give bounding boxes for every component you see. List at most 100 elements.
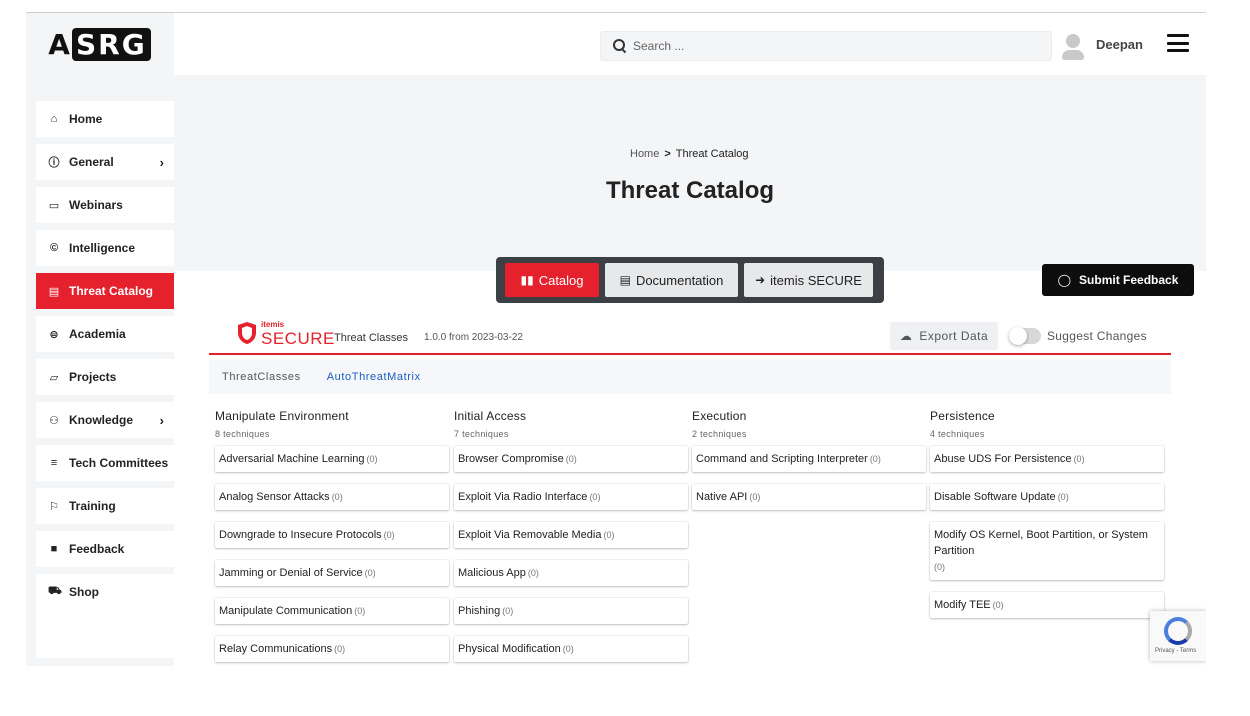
technique-card[interactable]: Physical Modification (0): [454, 636, 688, 662]
technique-name: Phishing: [458, 605, 501, 617]
technique-card[interactable]: Adversarial Machine Learning (0): [215, 446, 449, 472]
suggest-changes-label: Suggest Changes: [1047, 329, 1147, 343]
secure-logo: SECURE: [261, 329, 335, 348]
sidebar-item-label: Webinars: [69, 198, 123, 212]
technique-card[interactable]: Modify OS Kernel, Boot Partition, or Sys…: [930, 522, 1164, 580]
tactic-title: Manipulate Environment: [215, 409, 349, 423]
tab-itemis-secure[interactable]: ➜ itemis SECURE: [744, 263, 873, 297]
submit-feedback-label: Submit Feedback: [1079, 273, 1179, 287]
sidebar-item-knowledge[interactable]: ⚇ Knowledge ›: [36, 402, 174, 438]
technique-name: Analog Sensor Attacks: [219, 491, 330, 503]
breadcrumb-separator: >: [664, 148, 671, 160]
tactic-column: Persistence 4 techniques Abuse UDS For Per…: [930, 409, 1164, 618]
technique-card[interactable]: Disable Software Update (0): [930, 484, 1164, 510]
logo-area[interactable]: A SRG: [26, 13, 174, 75]
suggest-changes-toggle[interactable]: [1009, 327, 1041, 345]
technique-name: Jamming or Denial of Service: [219, 567, 363, 579]
sidebar-item-home[interactable]: ⌂ Home: [36, 101, 174, 137]
technique-count-badge: (0): [366, 454, 378, 464]
sidebar-item-feedback[interactable]: ■ Feedback: [36, 531, 174, 567]
technique-name: Disable Software Update: [934, 491, 1056, 503]
subtab-autothreatmatrix[interactable]: AutoThreatMatrix: [327, 371, 421, 383]
technique-card[interactable]: Relay Communications (0): [215, 636, 449, 662]
technique-name: Relay Communications: [219, 643, 333, 655]
sidebar-item-academia[interactable]: ⊜ Academia: [36, 316, 174, 352]
technique-card[interactable]: Jamming or Denial of Service (0): [215, 560, 449, 586]
tactic-title: Persistence: [930, 409, 995, 423]
technique-card[interactable]: Command and Scripting Interpreter (0): [692, 446, 926, 472]
secure-header: itemis SECURE Threat Classes 1.0.0 from …: [209, 319, 1171, 355]
technique-count-badge: (0): [992, 600, 1004, 610]
technique-count-badge: (0): [527, 568, 539, 578]
technique-card[interactable]: Browser Compromise (0): [454, 446, 688, 472]
hamburger-menu-icon[interactable]: [1167, 34, 1189, 52]
technique-name: Downgrade to Insecure Protocols: [219, 529, 382, 541]
sidebar-item-threat-catalog[interactable]: ▤ Threat Catalog: [36, 273, 174, 309]
cloud-download-icon: ☁: [899, 329, 913, 343]
technique-count-badge: (0): [383, 530, 395, 540]
top-header: Deepan: [174, 13, 1206, 75]
technique-count-badge: (0): [603, 530, 615, 540]
sidebar-item-label: Projects: [69, 370, 117, 384]
sidebar-item-training[interactable]: ⚐ Training: [36, 488, 174, 524]
search-bar[interactable]: [600, 31, 1052, 61]
technique-card[interactable]: Phishing (0): [454, 598, 688, 624]
technique-name: Command and Scripting Interpreter: [696, 453, 868, 465]
technique-name: Native API: [696, 491, 748, 503]
tab-documentation[interactable]: ▤ Documentation: [605, 263, 738, 297]
technique-count-badge: (0): [331, 492, 343, 502]
username[interactable]: Deepan: [1096, 37, 1143, 52]
search-input[interactable]: [633, 39, 1033, 53]
sidebar-item-label: Feedback: [69, 542, 125, 556]
technique-count-badge: (0): [589, 492, 601, 502]
recaptcha-badge[interactable]: Privacy - Terms: [1150, 611, 1206, 661]
sidebar-item-label: Home: [69, 112, 103, 126]
training-icon: ⚐: [49, 500, 59, 513]
subtab-threatclasses[interactable]: ThreatClasses: [222, 371, 301, 383]
technique-card[interactable]: Native API (0): [692, 484, 926, 510]
arrow-circle-icon: ➜: [755, 273, 766, 287]
info-icon: ⓘ: [48, 157, 60, 169]
asrg-logo[interactable]: A SRG: [48, 27, 151, 61]
technique-count: 8 techniques: [215, 429, 270, 439]
people-icon: ⚇: [49, 414, 59, 427]
export-data-button[interactable]: ☁ Export Data: [890, 322, 998, 350]
search-icon: [613, 39, 627, 53]
technique-card[interactable]: Manipulate Communication (0): [215, 598, 449, 624]
secure-logo-itemis: itemis: [261, 320, 285, 329]
sidebar-item-general[interactable]: ⓘ General ›: [36, 144, 174, 180]
sidebar-item-label: Academia: [69, 327, 126, 341]
sidebar-footer: [36, 610, 174, 658]
tab-catalog-label: Catalog: [538, 272, 584, 288]
breadcrumb-home[interactable]: Home: [630, 148, 659, 160]
technique-card[interactable]: Malicious App (0): [454, 560, 688, 586]
logo-box-letters: SRG: [71, 27, 151, 61]
technique-count-badge: (0): [869, 454, 881, 464]
submit-feedback-button[interactable]: ◯ Submit Feedback: [1042, 264, 1194, 296]
technique-card[interactable]: Exploit Via Radio Interface (0): [454, 484, 688, 510]
avatar-icon[interactable]: [1060, 32, 1086, 60]
home-icon: ⌂: [50, 113, 58, 125]
sidebar-item-tech-committees[interactable]: ≡ Tech Committees: [36, 445, 174, 481]
sidebar-item-label: General: [69, 155, 114, 169]
sidebar-item-label: Tech Committees: [69, 456, 169, 470]
tab-documentation-label: Documentation: [635, 272, 724, 288]
tab-catalog[interactable]: ▮▮ Catalog: [505, 263, 599, 297]
technique-count: 7 techniques: [454, 429, 509, 439]
technique-card[interactable]: Modify TEE (0): [930, 592, 1164, 618]
sidebar-item-webinars[interactable]: ▭ Webinars: [36, 187, 174, 223]
sidebar-item-label: Training: [69, 499, 116, 513]
technique-card[interactable]: Abuse UDS For Persistence (0): [930, 446, 1164, 472]
export-data-label: Export Data: [919, 329, 989, 343]
sidebar-item-label: Knowledge: [69, 413, 134, 427]
list-icon: ▤: [619, 273, 631, 287]
technique-card[interactable]: Exploit Via Removable Media (0): [454, 522, 688, 548]
technique-card[interactable]: Downgrade to Insecure Protocols (0): [215, 522, 449, 548]
chat-icon: ◯: [1057, 273, 1072, 287]
sidebar-item-projects[interactable]: ▱ Projects: [36, 359, 174, 395]
technique-card[interactable]: Analog Sensor Attacks (0): [215, 484, 449, 510]
copyright-icon: ©: [49, 242, 59, 254]
sidebar-item-intelligence[interactable]: © Intelligence: [36, 230, 174, 266]
folder-icon: ▱: [49, 371, 59, 384]
sidebar-item-shop[interactable]: ⛟ Shop: [36, 574, 174, 610]
